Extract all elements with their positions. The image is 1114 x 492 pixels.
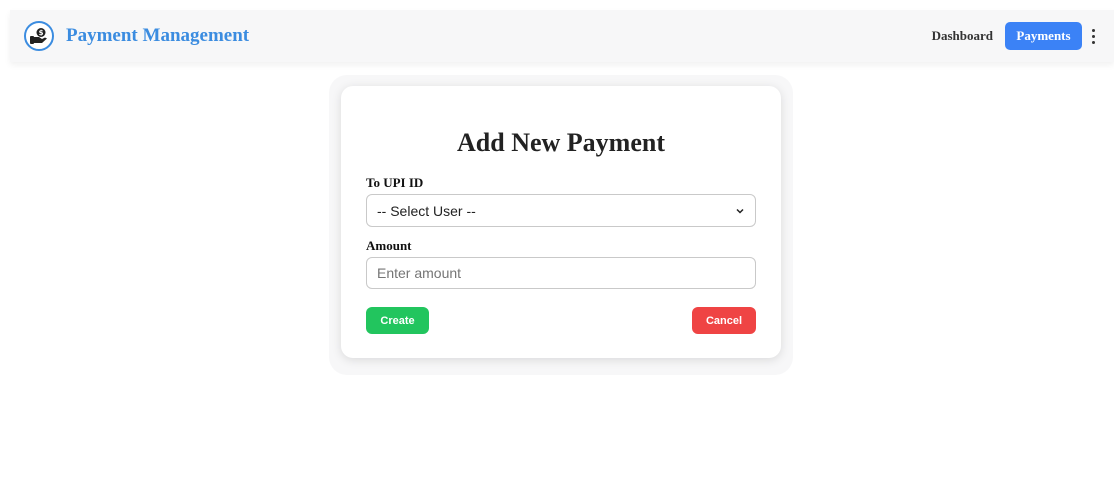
amount-label: Amount bbox=[366, 238, 412, 253]
nav-link-dashboard[interactable]: Dashboard bbox=[932, 28, 993, 44]
form-title: Add New Payment bbox=[457, 128, 665, 157]
hand-dollar-icon: $ bbox=[24, 21, 54, 51]
nav-links: Dashboard Payments bbox=[932, 22, 1100, 50]
top-navbar: $ Payment Management Dashboard Payments bbox=[10, 10, 1114, 62]
chevron-down-icon bbox=[736, 208, 744, 214]
upi-id-select[interactable]: -- Select User -- bbox=[366, 194, 756, 227]
svg-text:$: $ bbox=[39, 29, 44, 37]
upi-id-selected-value: -- Select User -- bbox=[377, 202, 476, 219]
amount-input[interactable] bbox=[366, 257, 756, 289]
brand-title: Payment Management bbox=[66, 25, 250, 46]
upi-id-label: To UPI ID bbox=[366, 175, 424, 190]
add-payment-card: Add New Payment To UPI ID -- Select User… bbox=[341, 86, 781, 358]
nav-link-payments[interactable]: Payments bbox=[1005, 22, 1082, 50]
cancel-button[interactable]: Cancel bbox=[692, 307, 756, 334]
create-button[interactable]: Create bbox=[366, 307, 429, 334]
kebab-menu-icon[interactable] bbox=[1086, 24, 1100, 48]
brand[interactable]: $ Payment Management bbox=[24, 21, 249, 51]
